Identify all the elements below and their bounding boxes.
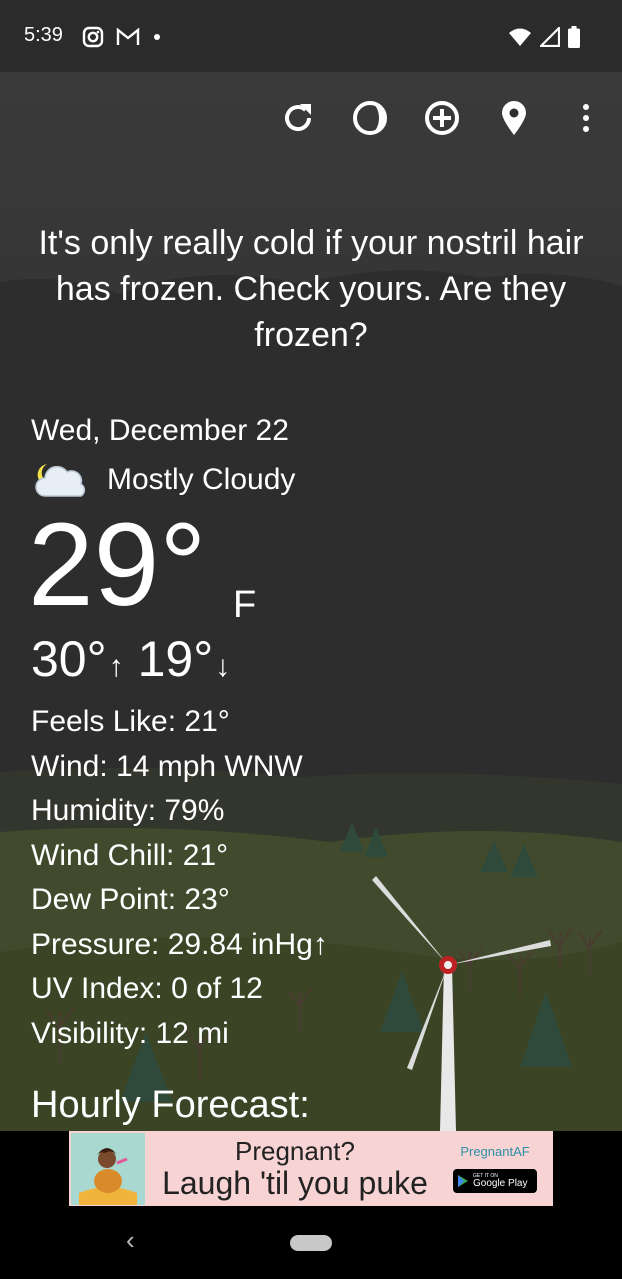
weather-quote: It's only really cold if your nostril ha… <box>38 224 584 354</box>
visibility: Visibility: 12 mi <box>31 1016 229 1050</box>
humidity: Humidity: 79% <box>31 794 225 827</box>
high-arrow-icon: ↑ <box>108 650 124 683</box>
gmail-icon <box>116 27 140 45</box>
system-nav-bar: ‹ <box>0 1211 622 1279</box>
wind: Wind: 14 mph WNW <box>31 749 303 783</box>
hourly-forecast-title: Hourly Forecast: <box>31 1084 310 1126</box>
temperature-unit: F <box>233 584 257 626</box>
location-pin-icon <box>502 101 526 135</box>
status-time: 5:39 <box>24 24 63 46</box>
app-toolbar <box>276 96 608 140</box>
home-pill[interactable] <box>290 1235 332 1251</box>
theme-button[interactable] <box>348 96 392 140</box>
wind-chill: Wind Chill: 21° <box>31 838 229 872</box>
status-bar: 5:39 <box>0 0 622 72</box>
ad-illustration-icon <box>71 1132 145 1205</box>
instagram-icon <box>82 26 104 48</box>
ad-brand: PregnantAF <box>460 1144 530 1159</box>
dew-point: Dew Point: 23° <box>31 883 230 916</box>
refresh-icon <box>285 104 312 132</box>
theme-icon <box>353 101 387 135</box>
condition-row: Mostly Cloudy <box>31 460 295 500</box>
weather-scene: It's only really cold if your nostril ha… <box>0 72 622 1131</box>
location-button[interactable] <box>492 96 536 140</box>
ad-headline: Pregnant? <box>235 1135 355 1166</box>
notification-dot-icon <box>154 34 160 40</box>
ad-banner[interactable]: Pregnant? Laugh 'til you puke PregnantAF… <box>69 1131 553 1206</box>
overflow-menu-button[interactable] <box>564 96 608 140</box>
mostly-cloudy-night-icon <box>35 464 86 497</box>
forecast-date: Wed, December 22 <box>31 414 289 447</box>
feels-like: Feels Like: 21° <box>31 705 230 738</box>
uv-index: UV Index: 0 of 12 <box>31 972 263 1005</box>
add-location-button[interactable] <box>420 96 464 140</box>
high-temperature: 30° <box>31 631 107 687</box>
back-button[interactable]: ‹ <box>126 1225 135 1256</box>
google-play-badge[interactable]: GET IT ON Google Play <box>453 1169 537 1193</box>
play-store-icon <box>458 1175 468 1187</box>
badge-big-text: Google Play <box>473 1178 528 1189</box>
weather-details: Feels Like: 21° Wind: 14 mph WNW Humidit… <box>31 700 328 1056</box>
current-temperature: 29° <box>28 499 207 631</box>
condition-text: Mostly Cloudy <box>107 463 296 496</box>
wifi-icon <box>509 28 531 46</box>
ad-tagline: Laugh 'til you puke <box>162 1164 428 1201</box>
refresh-button[interactable] <box>276 96 320 140</box>
low-arrow-icon: ↓ <box>215 650 231 683</box>
add-location-icon <box>425 101 459 135</box>
cell-signal-icon <box>540 27 560 47</box>
low-temperature: 19° <box>137 631 214 687</box>
more-vert-icon <box>583 104 589 132</box>
pressure: Pressure: 29.84 inHg↑ <box>31 927 328 961</box>
battery-icon <box>568 26 580 48</box>
high-low-temperature: 30° ↑ 19° ↓ <box>31 630 230 688</box>
